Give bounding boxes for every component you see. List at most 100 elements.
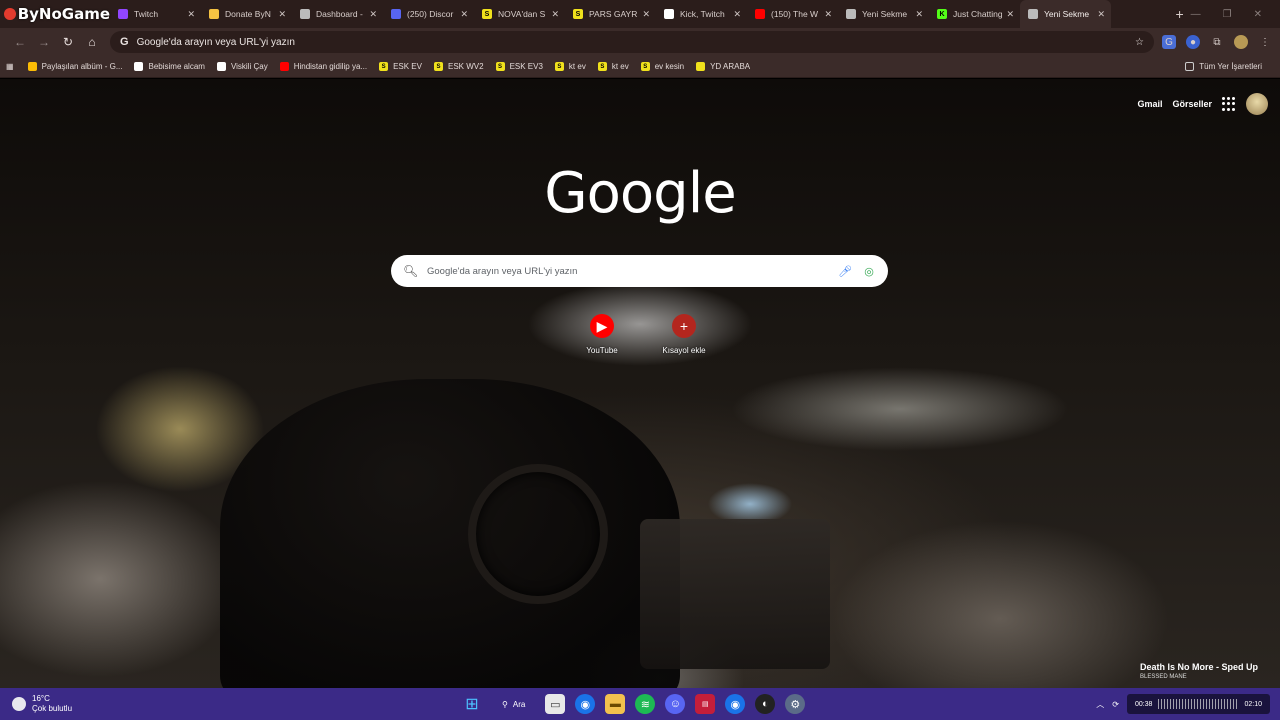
bookmark-favicon-icon (134, 62, 144, 71)
shortcut-tile[interactable]: ▶ YouTube (574, 314, 630, 355)
discord-icon[interactable]: ☺ (665, 694, 686, 714)
extensions-puzzle-icon[interactable]: ⧉ (1210, 35, 1224, 49)
browser-tab[interactable]: S PARS GAYRİ ✕ (565, 0, 656, 28)
chrome-icon[interactable]: ◉ (575, 694, 596, 714)
bookmark-item[interactable]: S ESK EV (379, 62, 422, 71)
tab-close-icon[interactable]: ✕ (733, 9, 741, 20)
address-bar[interactable]: G Google'da arayın veya URL'yi yazın ☆ (110, 31, 1154, 53)
ntp-search-box[interactable]: 🔍︎ Google'da arayın veya URL'yi yazın 🎤︎… (391, 255, 888, 287)
new-tab-button[interactable]: + (1169, 6, 1191, 22)
tab-list: Twitch ✕ Donate ByN ✕ Dashboard - ✕ (250) Disc… (110, 0, 1169, 28)
weather-widget[interactable]: 16°C Çok bulutlu (0, 694, 200, 714)
spotify-icon[interactable]: ≋ (635, 694, 656, 714)
taskbar-search-label: Ara (512, 699, 526, 709)
bookmark-item[interactable]: Paylaşılan albüm - G... (27, 62, 122, 71)
tab-title: (150) The W (771, 9, 819, 19)
windows-start-icon[interactable]: ⊞ (462, 694, 482, 714)
maximize-icon[interactable]: ❐ (1223, 9, 1232, 20)
chrome-icon[interactable]: ◉ (725, 694, 746, 714)
track-artist: BLESSED MANE (1139, 674, 1187, 680)
obs-icon[interactable]: ◐ (755, 694, 776, 714)
tab-close-icon[interactable]: ✕ (642, 9, 650, 20)
task-view-icon[interactable]: ▭ (545, 694, 566, 714)
bookmark-item[interactable]: Skt ev (597, 62, 629, 71)
tab-close-icon[interactable]: ✕ (1097, 9, 1105, 20)
minimize-icon[interactable]: — (1191, 9, 1201, 20)
tab-close-icon[interactable]: ✕ (460, 9, 468, 20)
bookmark-item[interactable]: S ESK WV2 (433, 62, 484, 71)
taskbar-apps: ⊞ ⚲ Ara ▭ ◉ ▬ ≋ ☺ ▤ ◉ ◐ ⚙ (462, 688, 806, 720)
browser-tab[interactable]: S NOVA'dan S ✕ (474, 0, 565, 28)
tab-close-icon[interactable]: ✕ (369, 9, 377, 20)
waveform (1158, 699, 1239, 709)
tab-close-icon[interactable]: ✕ (1006, 9, 1014, 20)
windows-taskbar: 16°C Çok bulutlu ⊞ ⚲ Ara ▭ ◉ ▬ ≋ ☺ ▤ ◉ ◐… (0, 688, 1280, 720)
tab-title: Dashboard - (316, 9, 363, 19)
tab-close-icon[interactable]: ✕ (915, 9, 923, 20)
bookmark-label: Hindistan gidilip ya... (293, 62, 368, 71)
sync-icon[interactable]: ⟳ (1112, 700, 1119, 709)
close-icon[interactable]: ✕ (1254, 9, 1262, 20)
app-badge-icon[interactable]: ▤ (695, 694, 716, 714)
bookmark-label: ESK EV (393, 62, 422, 71)
tab-close-icon[interactable]: ✕ (551, 9, 559, 20)
tab-close-icon[interactable]: ✕ (824, 9, 832, 20)
bookmark-item[interactable]: Viskili Çay (216, 62, 268, 71)
bookmark-favicon-icon: S (495, 62, 505, 71)
bookmark-star-icon[interactable]: ☆ (1135, 37, 1144, 48)
bookmark-label: ev kesin (654, 62, 685, 71)
google-lens-icon[interactable]: ◎ (862, 265, 876, 278)
bookmark-favicon-icon (279, 62, 289, 71)
bookmark-list: Paylaşılan albüm - G... Bebisime alcam Vis… (27, 62, 763, 71)
extension-icon[interactable]: ● (1186, 35, 1200, 49)
browser-tab[interactable]: Kick, Twitch ✕ (656, 0, 747, 28)
browser-tab[interactable]: Dashboard - ✕ (292, 0, 383, 28)
file-explorer-icon[interactable]: ▬ (605, 694, 626, 714)
home-icon[interactable]: ⌂ (80, 35, 104, 49)
account-avatar[interactable] (1246, 93, 1268, 115)
search-icon: ⚲ (502, 699, 508, 709)
taskbar-search[interactable]: ⚲ Ara (492, 694, 535, 714)
media-player-bar[interactable]: 00:38 02:10 (1126, 694, 1270, 714)
voice-search-icon[interactable]: 🎤︎ (838, 265, 852, 278)
now-playing-overlay: Death Is No More - Sped Up BLESSED MANE (1140, 662, 1258, 680)
forward-icon[interactable]: → (32, 35, 56, 49)
shortcut-tile[interactable]: + Kısayol ekle (656, 314, 712, 355)
window-controls: — ❐ ✕ (1191, 9, 1280, 20)
bookmark-item[interactable]: Skt ev (554, 62, 586, 71)
browser-tab[interactable]: Donate ByN ✕ (201, 0, 292, 28)
back-icon[interactable]: ← (8, 35, 32, 49)
bookmark-favicon-icon: S (554, 62, 564, 71)
gmail-link[interactable]: Gmail (1137, 99, 1162, 109)
google-apps-icon[interactable] (1222, 97, 1236, 111)
browser-tab[interactable]: Yeni Sekme ✕ (838, 0, 929, 28)
tab-close-icon[interactable]: ✕ (278, 9, 286, 20)
tab-close-icon[interactable]: ✕ (187, 9, 195, 20)
bookmark-favicon-icon: S (597, 62, 607, 71)
browser-tab-strip: ByNoGame Twitch ✕ Donate ByN ✕ Dashboard - ✕(… (0, 0, 1280, 28)
bookmark-item[interactable]: Sev kesin (640, 62, 685, 71)
bookmark-item[interactable]: YD ARABA (696, 62, 750, 71)
translate-extension-icon[interactable]: G (1162, 35, 1176, 49)
bookmark-item[interactable]: Hindistan gidilip ya... (279, 62, 368, 71)
reload-icon[interactable]: ↻ (56, 35, 80, 49)
all-bookmarks-folder[interactable]: Tüm Yer İşaretleri (1185, 62, 1262, 71)
browser-tab[interactable]: Twitch ✕ (110, 0, 201, 28)
bookmark-label: kt ev (568, 62, 586, 71)
apps-grid-icon[interactable]: ▦ (6, 62, 14, 71)
browser-toolbar: ← → ↻ ⌂ G Google'da arayın veya URL'yi y… (0, 28, 1280, 56)
browser-tab[interactable]: (250) Discor ✕ (383, 0, 474, 28)
menu-dots-icon[interactable]: ⋮ (1258, 35, 1272, 49)
profile-avatar[interactable] (1234, 35, 1248, 49)
browser-tab[interactable]: Yeni Sekme ✕ (1020, 0, 1111, 28)
address-text[interactable]: Google'da arayın veya URL'yi yazın (137, 37, 295, 48)
tray-expand-icon[interactable]: ︿ (1096, 699, 1104, 710)
browser-tab[interactable]: K Just Chatting ✕ (929, 0, 1020, 28)
images-link[interactable]: Görseller (1172, 99, 1212, 109)
settings-icon[interactable]: ⚙ (785, 694, 806, 714)
tab-title: Twitch (134, 9, 159, 19)
search-placeholder[interactable]: Google'da arayın veya URL'yi yazın (417, 266, 828, 277)
browser-tab[interactable]: (150) The W ✕ (747, 0, 838, 28)
bookmark-item[interactable]: S ESK EV3 (495, 62, 543, 71)
bookmark-item[interactable]: Bebisime alcam (134, 62, 205, 71)
